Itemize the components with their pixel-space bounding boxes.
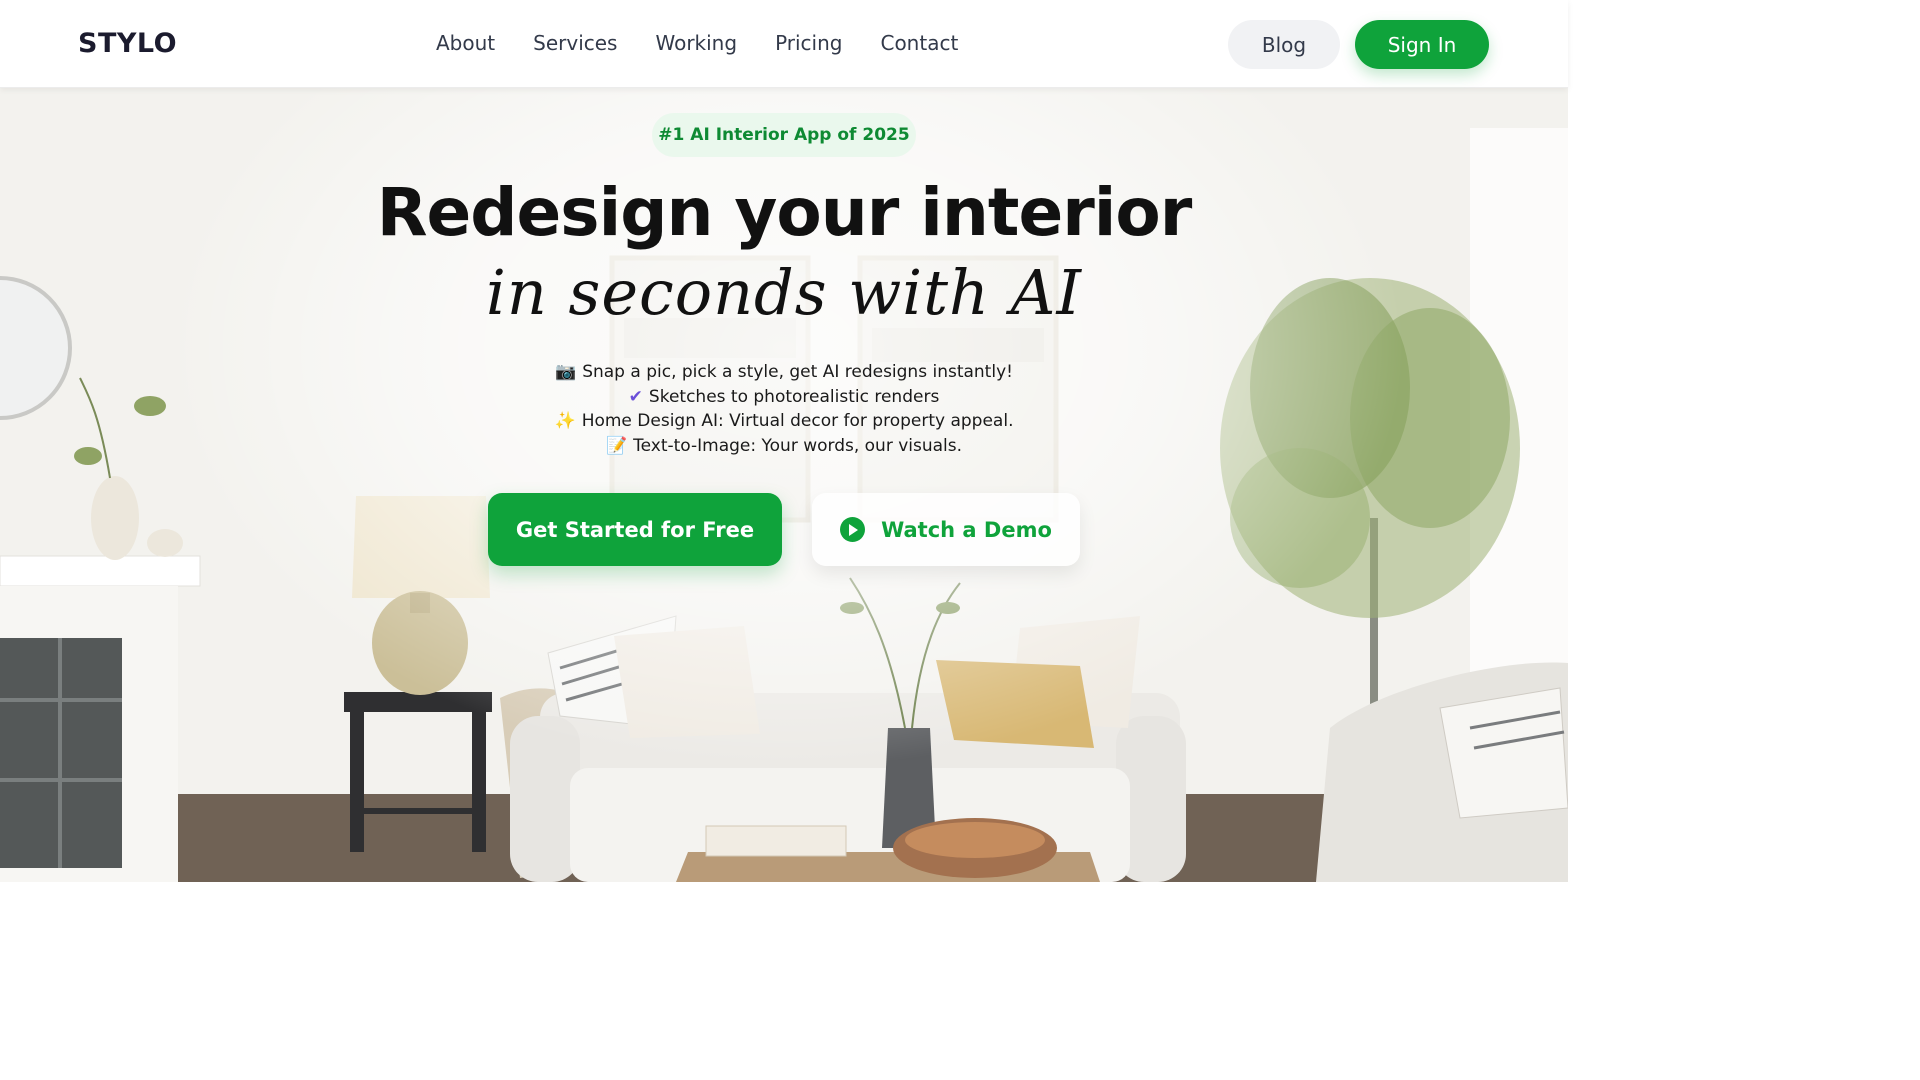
main-nav: About Services Working Pricing Contact: [436, 31, 996, 55]
award-badge: #1 AI Interior App of 2025: [652, 113, 916, 157]
watch-demo-button[interactable]: Watch a Demo: [812, 493, 1080, 566]
get-started-button[interactable]: Get Started for Free: [488, 493, 782, 566]
nav-about[interactable]: About: [436, 31, 495, 55]
watch-demo-label: Watch a Demo: [881, 517, 1052, 542]
check-icon: ✔: [628, 386, 643, 407]
logo[interactable]: STYLO: [78, 28, 177, 59]
hero-headline-script: in seconds with AI: [486, 256, 1082, 329]
feature-text: Snap a pic, pick a style, get AI redesig…: [582, 362, 1013, 382]
sign-in-button[interactable]: Sign In: [1355, 20, 1489, 69]
nav-pricing[interactable]: Pricing: [775, 31, 842, 55]
feature-item: ✔ Sketches to photorealistic renders: [0, 385, 1568, 410]
feature-list: 📷 Snap a pic, pick a style, get AI redesi…: [0, 360, 1568, 458]
feature-item: 📷 Snap a pic, pick a style, get AI redesi…: [0, 360, 1568, 385]
feature-text: Text-to-Image: Your words, our visuals.: [633, 435, 963, 456]
nav-contact[interactable]: Contact: [880, 31, 958, 55]
hero-headline: Redesign your interior: [376, 174, 1193, 251]
nav-services[interactable]: Services: [533, 31, 617, 55]
site-header: STYLO About Services Working Pricing Con…: [0, 0, 1568, 88]
memo-icon: 📝: [605, 435, 628, 456]
feature-text: Home Design AI: Virtual decor for proper…: [581, 411, 1014, 431]
feature-text: Sketches to photorealistic renders: [648, 386, 940, 407]
camera-icon: 📷: [555, 362, 577, 382]
nav-working[interactable]: Working: [655, 31, 737, 55]
play-icon: [840, 517, 866, 542]
sparkles-icon: ✨: [554, 411, 576, 431]
blog-button[interactable]: Blog: [1228, 20, 1340, 69]
feature-item: 📝 Text-to-Image: Your words, our visuals.: [0, 434, 1568, 459]
feature-item: ✨ Home Design AI: Virtual decor for prope…: [0, 409, 1568, 434]
hero-section: #1 AI Interior App of 2025 Redesign your…: [0, 88, 1568, 882]
